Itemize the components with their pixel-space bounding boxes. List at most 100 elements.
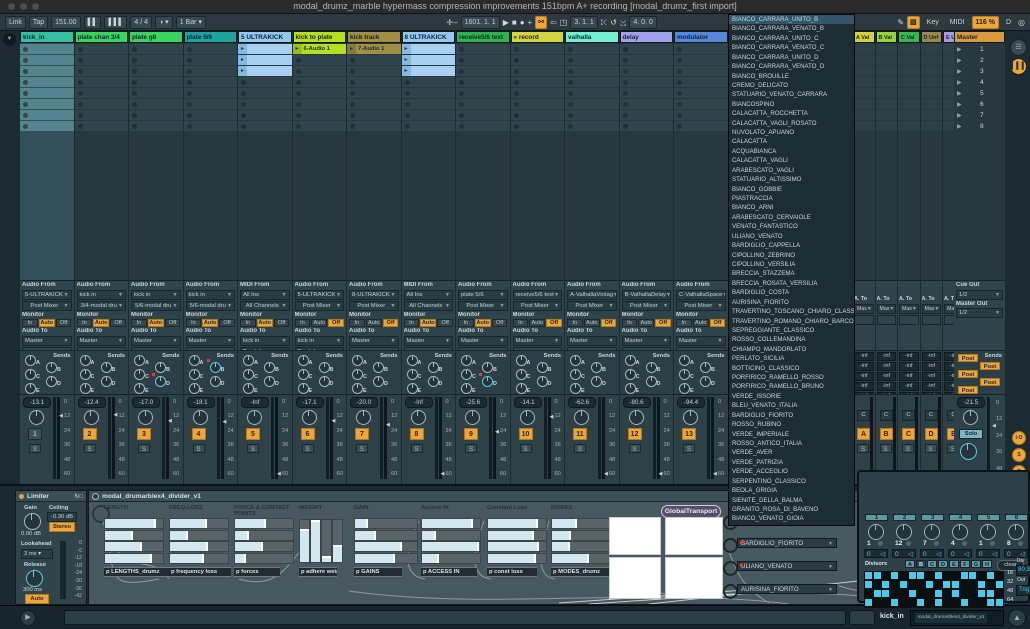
master-fader[interactable] bbox=[987, 397, 990, 479]
multislider-row[interactable] bbox=[354, 541, 418, 552]
scene-slot[interactable]: ▶8 bbox=[954, 121, 1005, 131]
send-knob-A[interactable] bbox=[407, 355, 418, 366]
return-activator[interactable]: C bbox=[902, 428, 915, 440]
fader-handle[interactable]: ◀ bbox=[277, 471, 281, 477]
clip-slot[interactable] bbox=[129, 88, 183, 98]
clip-slot[interactable] bbox=[293, 121, 347, 131]
clip-slot[interactable] bbox=[75, 66, 129, 76]
clip-slot[interactable] bbox=[129, 66, 183, 76]
input-type-menu[interactable]: kick in▼ bbox=[131, 290, 181, 300]
clip-slot[interactable] bbox=[184, 121, 238, 131]
track-activator[interactable]: 8 bbox=[410, 428, 424, 440]
volume-fader[interactable] bbox=[598, 397, 601, 479]
clip-slot[interactable] bbox=[184, 55, 238, 65]
clip-slot[interactable] bbox=[20, 55, 74, 65]
step-cell[interactable] bbox=[917, 599, 924, 606]
send-value[interactable]: -inf bbox=[922, 362, 942, 371]
clip-play-icon[interactable]: ▸ bbox=[238, 66, 247, 76]
track-activator[interactable]: 7 bbox=[355, 428, 369, 440]
multislider-row[interactable] bbox=[551, 518, 611, 529]
monitor-in-button[interactable]: In bbox=[622, 319, 638, 327]
send-knob-B[interactable] bbox=[373, 362, 384, 373]
clip-slot[interactable] bbox=[20, 121, 74, 131]
dropdown-item[interactable]: BARDIGLIO_COSTA bbox=[729, 288, 854, 297]
divisor-count-button[interactable]: 4 bbox=[949, 514, 972, 521]
divisor-count-button[interactable]: 5 bbox=[977, 514, 1000, 521]
dropdown-item[interactable]: NUVOLATO_APUANO bbox=[729, 128, 854, 137]
solo-button[interactable]: S bbox=[574, 444, 586, 453]
pan-knob[interactable] bbox=[138, 410, 153, 425]
multislider-row[interactable] bbox=[104, 518, 164, 529]
volume-fader[interactable] bbox=[217, 397, 220, 479]
close-window-icon[interactable] bbox=[8, 3, 15, 10]
step-cell[interactable] bbox=[909, 572, 916, 579]
dropdown-item[interactable]: PORFIRICO_RAMELLO_ROSSO bbox=[729, 373, 854, 382]
input-type-menu[interactable]: kick in▼ bbox=[77, 290, 127, 300]
track-header[interactable]: kick track bbox=[347, 31, 401, 43]
link-button[interactable]: Link bbox=[5, 16, 26, 29]
clip-slot[interactable] bbox=[293, 88, 347, 98]
clip-slot[interactable] bbox=[456, 99, 510, 109]
quantize-menu[interactable]: 1 Bar ▾ bbox=[176, 16, 206, 29]
patcher-box[interactable]: p frequency loss bbox=[169, 567, 231, 577]
clip-slot[interactable] bbox=[921, 66, 943, 76]
divisor-select-B[interactable]: B bbox=[916, 560, 926, 568]
send-value[interactable]: -inf bbox=[854, 372, 874, 381]
send-value[interactable]: -inf bbox=[922, 382, 942, 391]
master-out-menu[interactable]: 1/2▼ bbox=[956, 308, 1003, 318]
fader-handle[interactable]: ◀ bbox=[332, 418, 336, 424]
patcher-box[interactable]: p const loss bbox=[487, 567, 537, 577]
stereo-mode-button[interactable]: Stereo bbox=[49, 522, 75, 532]
scene-slot[interactable]: ▶7 bbox=[954, 110, 1005, 120]
dropdown-item[interactable]: BIANCO_BROUILLE bbox=[729, 72, 854, 81]
step-cell[interactable] bbox=[874, 572, 881, 579]
select-ring-icon[interactable] bbox=[723, 584, 738, 599]
input-channel-menu[interactable]: Post Mixer▼ bbox=[295, 301, 345, 311]
track-activator[interactable]: 5 bbox=[246, 428, 260, 440]
midi-map-button[interactable]: MIDI bbox=[946, 16, 969, 29]
clip-slot[interactable]: ▸6-Audio 1 bbox=[293, 44, 347, 54]
weight-slider[interactable] bbox=[321, 519, 332, 563]
divisor-count-button[interactable]: 6 bbox=[1005, 514, 1028, 521]
toggle-i-o-icon[interactable]: I-O bbox=[1012, 431, 1026, 445]
track-strip[interactable]: 8 ULTRAKICK▸▸▸MIDI FromAll Ins▼All Chann… bbox=[402, 31, 456, 483]
send-knob-A[interactable] bbox=[516, 355, 527, 366]
solo-button[interactable]: S bbox=[857, 444, 869, 453]
send-knob-D[interactable] bbox=[373, 376, 384, 387]
clip-slot[interactable] bbox=[238, 99, 292, 109]
send-value[interactable]: -inf bbox=[899, 352, 919, 361]
fader-handle[interactable]: ◀ bbox=[114, 412, 118, 418]
dropdown-item[interactable]: BIANCO_CARRARA_VENATO_D bbox=[729, 62, 854, 71]
clip-slot[interactable] bbox=[876, 121, 898, 131]
cue-out-menu[interactable]: 1/2▼ bbox=[956, 290, 1003, 300]
io-chooser-icon[interactable]: ▼ bbox=[3, 33, 16, 46]
step-cell[interactable] bbox=[969, 572, 976, 579]
clip-slot[interactable] bbox=[921, 55, 943, 65]
send-knob-D[interactable] bbox=[101, 376, 112, 387]
crossfade-assign[interactable]: C bbox=[902, 410, 915, 421]
send-knob-E[interactable] bbox=[80, 383, 91, 394]
send-knob-E[interactable] bbox=[352, 383, 363, 394]
divisor-select-G[interactable]: G bbox=[971, 560, 981, 568]
clip-slot[interactable] bbox=[293, 55, 347, 65]
step-cell[interactable] bbox=[926, 581, 933, 588]
send-knob-D[interactable] bbox=[482, 376, 493, 387]
step-cell[interactable] bbox=[935, 572, 942, 579]
multislider-row[interactable] bbox=[169, 541, 229, 552]
dropdown-item[interactable]: CIPOLLINO_ZEBRINO bbox=[729, 251, 854, 260]
clip-slot[interactable] bbox=[511, 55, 565, 65]
clip-slot[interactable] bbox=[184, 77, 238, 87]
master-header[interactable]: Master bbox=[954, 31, 1005, 43]
send-knob-A[interactable] bbox=[352, 355, 363, 366]
send-knob-B[interactable] bbox=[319, 362, 330, 373]
track-activator[interactable]: 12 bbox=[628, 428, 642, 440]
send-knob-A[interactable] bbox=[625, 355, 636, 366]
clip-slot[interactable] bbox=[402, 99, 456, 109]
monitor-off-button[interactable]: Off bbox=[274, 319, 290, 327]
scene-slot[interactable]: ▶3 bbox=[954, 66, 1005, 76]
send-knob-D[interactable] bbox=[646, 376, 657, 387]
clip-slot[interactable] bbox=[511, 99, 565, 109]
send-knob-C[interactable] bbox=[407, 369, 418, 380]
track-header[interactable]: delay bbox=[620, 31, 674, 43]
pan-knob[interactable] bbox=[465, 410, 480, 425]
